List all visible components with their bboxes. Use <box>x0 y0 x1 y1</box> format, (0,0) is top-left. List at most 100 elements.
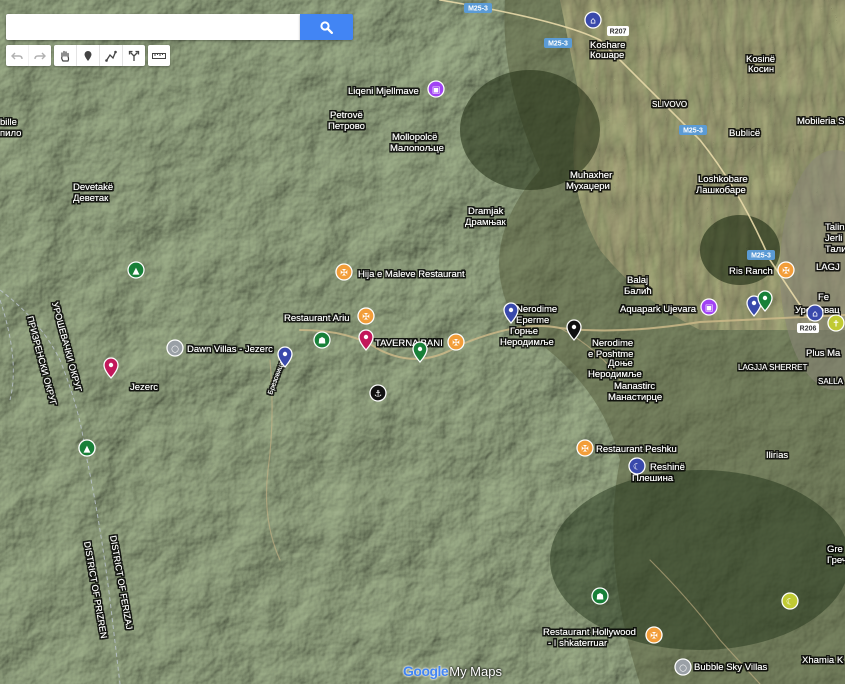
park-marker[interactable]: ▲ <box>78 439 96 457</box>
restaurant-marker[interactable]: ✠ <box>777 261 795 279</box>
satellite-map[interactable]: M25-3 M25-3 R207 M25-3 M25-3 R206 Koshar… <box>0 0 845 684</box>
search-input[interactable] <box>6 14 300 40</box>
place-label: Dawn Villas - Jezerc <box>187 344 273 355</box>
place-label: Reshinë <box>650 462 685 473</box>
place-label: Манастирце <box>608 392 662 403</box>
place-label: Косин <box>748 64 774 75</box>
museum-icon: ⌂ <box>812 310 818 320</box>
gallery-marker[interactable]: ▣ <box>700 298 718 316</box>
place-label: Talin <box>825 222 845 233</box>
restaurant-marker[interactable]: ✠ <box>576 439 594 457</box>
hotel-marker[interactable]: ○ <box>674 658 692 676</box>
undo-icon <box>11 52 23 59</box>
hotel-icon: ○ <box>171 345 179 355</box>
add-marker-button[interactable] <box>76 45 99 66</box>
place-label: Eperme <box>516 315 549 326</box>
search-bar <box>6 14 300 40</box>
place-label: Loshkobare <box>698 174 748 185</box>
history-group <box>6 45 51 66</box>
anchor-icon: ⚓ <box>374 390 382 400</box>
place-label: Hija e Maleve Restaurant <box>358 269 465 280</box>
place-label: Nerodime <box>592 338 633 349</box>
place-label: Греч <box>827 555 845 566</box>
place-label: LAGJ <box>816 262 840 273</box>
restaurant-icon: ✠ <box>581 445 589 455</box>
place-label: Балић <box>624 286 652 297</box>
place-label: Bublicë <box>729 128 760 139</box>
place-label: Неродимље <box>588 369 642 380</box>
place-label: Liqeni Mjellmave <box>348 86 419 97</box>
place-label: Драмњак <box>465 217 507 228</box>
place-label: Плешина <box>632 473 674 484</box>
place-label: Неродимље <box>500 337 554 348</box>
place-label: Plus Ma <box>806 348 841 359</box>
museum-marker[interactable]: ⌂ <box>806 304 824 322</box>
place-label: Jezerc <box>130 382 158 393</box>
redo-button[interactable] <box>28 45 51 66</box>
marker-icon <box>84 50 92 61</box>
restaurant-icon: ✠ <box>362 313 370 323</box>
place-label: Jerli <box>825 233 842 244</box>
measure-distance-button[interactable] <box>148 45 170 66</box>
mosque-icon: ☾ <box>633 463 641 473</box>
search-icon <box>320 20 333 34</box>
church-marker[interactable]: ✝ <box>827 314 845 332</box>
museum-marker[interactable]: ⌂ <box>584 11 602 29</box>
pan-tool-button[interactable] <box>54 45 76 66</box>
gallery-icon: ▣ <box>705 304 714 314</box>
gallery-icon: ▣ <box>432 86 441 96</box>
place-label: Петрово <box>328 121 365 132</box>
place-label: Xhamia K <box>802 655 844 666</box>
place-label: Mollopolcë <box>392 132 437 143</box>
place-label: Ris Ranch <box>729 266 773 277</box>
place-label: Aquapark Ujevara <box>620 304 697 315</box>
museum-icon: ⌂ <box>590 17 596 27</box>
road-shield: M25-3 <box>548 41 568 48</box>
place-label: Gre <box>827 544 843 555</box>
place-label: TAVERNA BANI <box>375 338 443 349</box>
my-maps-wordmark: My Maps <box>449 663 502 679</box>
draw-line-button[interactable] <box>99 45 122 66</box>
undo-button[interactable] <box>6 45 28 66</box>
directions-icon <box>128 50 140 61</box>
place-label: Nerodime <box>516 304 557 315</box>
hotel-marker[interactable]: ○ <box>166 339 184 357</box>
measure-group <box>148 45 170 66</box>
anchor-marker[interactable]: ⚓ <box>369 384 387 402</box>
place-label: LAGJJA SHERRET <box>738 363 807 372</box>
restaurant-marker[interactable]: ✠ <box>645 626 663 644</box>
road-shield: M25-3 <box>468 6 488 13</box>
park-icon: ▲ <box>84 445 91 455</box>
park-marker[interactable]: ▲ <box>127 261 145 279</box>
restaurant-marker[interactable]: ✠ <box>357 307 375 325</box>
ruler-icon <box>152 52 166 59</box>
fountain-marker[interactable]: ☗ <box>591 587 609 605</box>
mosque-marker[interactable]: ☾ <box>628 457 646 475</box>
place-label: Мухаџери <box>566 181 610 192</box>
fountain-icon: ☗ <box>318 337 326 347</box>
restaurant-marker[interactable]: ✠ <box>447 333 465 351</box>
map-toolbar <box>6 45 170 66</box>
place-label: Restaurant Hollywood <box>543 627 636 638</box>
directions-button[interactable] <box>122 45 145 66</box>
place-label: Balaj <box>627 275 648 286</box>
search-button[interactable] <box>300 14 353 40</box>
google-wordmark: Google <box>403 663 449 679</box>
restaurant-marker[interactable]: ✠ <box>335 263 353 281</box>
place-label: Petrovë <box>330 110 363 121</box>
place-label: SALLA <box>818 377 844 386</box>
mosque-marker[interactable]: ☾ <box>781 592 799 610</box>
place-label: Талин <box>825 244 845 255</box>
gallery-marker[interactable]: ▣ <box>427 80 445 98</box>
place-label: Деветак <box>73 193 109 204</box>
place-label: Доње <box>608 358 633 369</box>
place-label: bille <box>0 117 17 128</box>
place-label: Горње <box>510 326 538 337</box>
place-label: Muhaxher <box>570 170 612 181</box>
place-label: Bubble Sky Villas <box>694 662 767 673</box>
fountain-marker[interactable]: ☗ <box>313 331 331 349</box>
restaurant-icon: ✠ <box>340 269 348 279</box>
place-label: Малопољце <box>390 143 444 154</box>
place-label: Devetakë <box>73 182 113 193</box>
fountain-icon: ☗ <box>596 593 604 603</box>
